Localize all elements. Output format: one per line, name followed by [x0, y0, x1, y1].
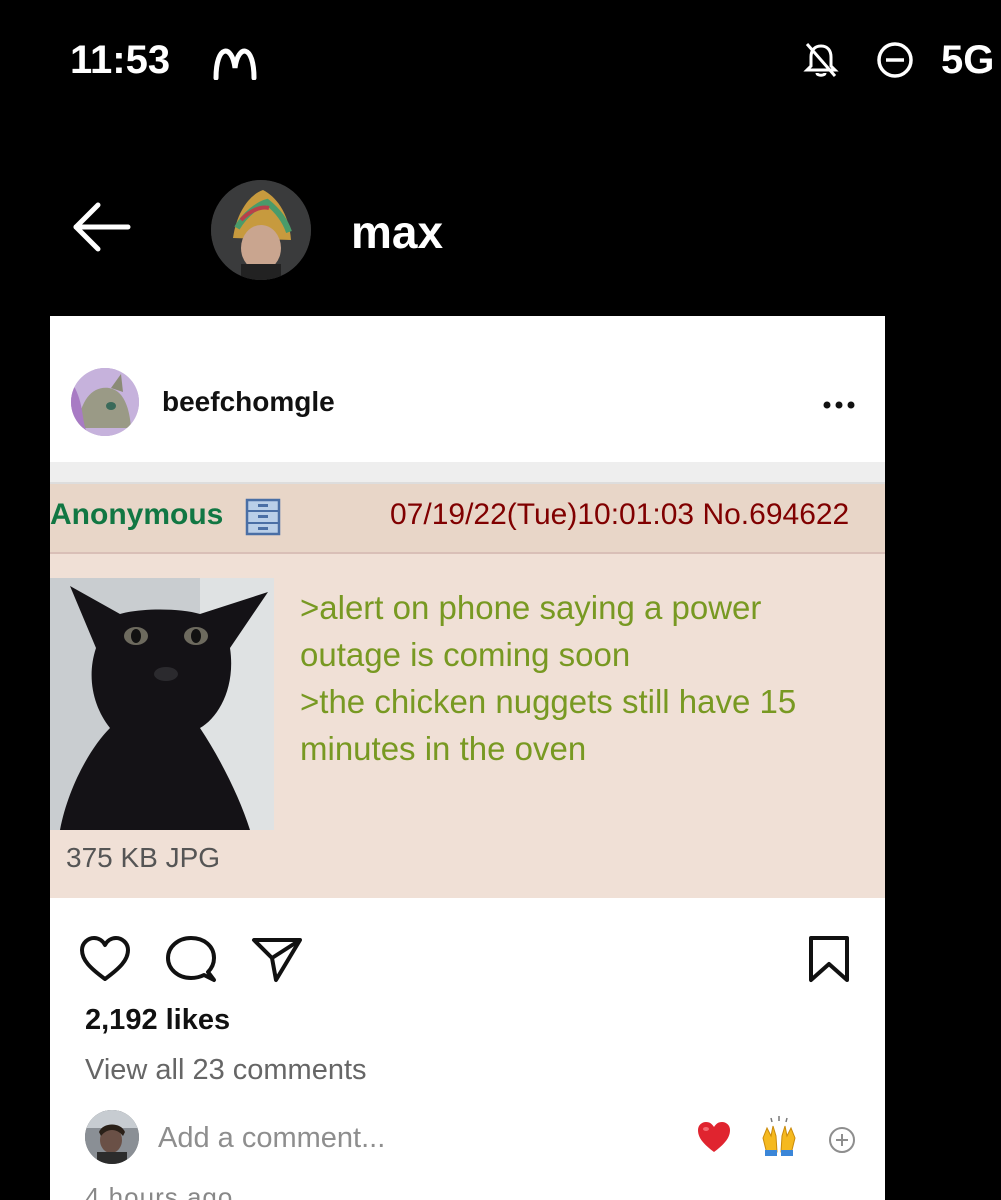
avatar[interactable]	[211, 180, 311, 280]
bell-muted-icon	[803, 43, 839, 77]
comment-icon[interactable]	[164, 934, 218, 984]
greentext-line: minutes in the oven	[300, 730, 587, 767]
post-timestamp: 4 hours ago	[85, 1182, 234, 1200]
greentext-line: outage is coming soon	[300, 636, 631, 673]
chat-title[interactable]: max	[351, 205, 443, 259]
divider	[50, 462, 885, 484]
greentext: >alert on phone saying a power outage is…	[300, 584, 880, 772]
status-time: 11:53	[70, 38, 171, 82]
post-meta: 07/19/22(Tue)10:01:03 No.694622	[390, 498, 850, 531]
post-author-avatar[interactable]	[71, 368, 139, 436]
do-not-disturb-icon	[877, 42, 913, 78]
greentext-line: >alert on phone saying a power	[300, 589, 762, 626]
heart-icon[interactable]	[78, 934, 132, 984]
arrow-left-icon[interactable]	[70, 200, 132, 254]
post-image[interactable]: Anonymous 07/19/22(Tue)10:01:03 No.69462…	[50, 462, 885, 898]
likes-count[interactable]: 2,192 likes	[85, 1004, 230, 1037]
comment-input[interactable]: Add a comment...	[158, 1122, 385, 1155]
heart-emoji[interactable]	[696, 1120, 732, 1154]
filing-cabinet-icon	[245, 498, 281, 536]
poster-name: Anonymous	[50, 498, 224, 531]
view-comments-link[interactable]: View all 23 comments	[85, 1054, 367, 1087]
more-horizontal-icon[interactable]	[822, 400, 856, 410]
action-bar	[50, 898, 885, 998]
greentext-line: >the chicken nuggets still have 15	[300, 683, 797, 720]
post-username[interactable]: beefchomgle	[162, 386, 335, 418]
cat-image	[50, 578, 274, 830]
commenter-avatar	[85, 1110, 139, 1164]
status-icons: 5G	[801, 38, 1001, 82]
raised-hands-emoji[interactable]	[759, 1116, 799, 1156]
bookmark-icon[interactable]	[802, 934, 856, 984]
pony-avatar-image	[71, 368, 139, 436]
file-info: 375 KB JPG	[66, 842, 221, 873]
post-header: beefchomgle	[50, 316, 885, 462]
network-label: 5G	[941, 37, 995, 82]
share-icon[interactable]	[250, 934, 304, 984]
mcdonalds-icon	[213, 48, 257, 80]
shared-post[interactable]: beefchomgle Anonymous 07/19/22(Tue)10:01…	[50, 316, 885, 1200]
add-reaction-icon[interactable]	[828, 1126, 856, 1154]
avatar-image	[211, 180, 311, 280]
